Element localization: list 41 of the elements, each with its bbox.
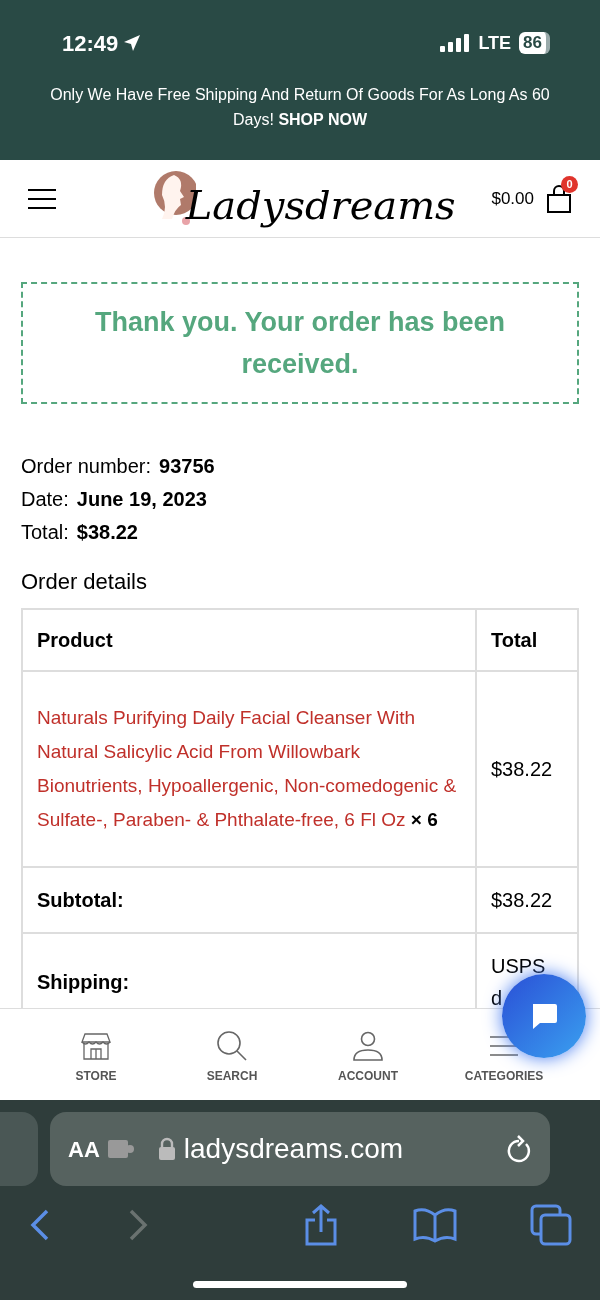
menu-icon[interactable] (28, 187, 56, 210)
location-arrow-icon (122, 33, 143, 53)
order-info-value: June 19, 2023 (76, 487, 207, 512)
chat-button[interactable] (502, 974, 586, 1058)
lock-icon (157, 1137, 176, 1161)
address-bar[interactable]: AA ladysdreams.com (50, 1112, 550, 1186)
battery-level: 86 (519, 32, 550, 54)
share-icon[interactable] (303, 1204, 339, 1246)
table-cell: Shipping: (22, 933, 476, 1008)
network-label: LTE (478, 31, 512, 55)
order-info-value: 93756 (159, 454, 215, 479)
order-details-heading: Order details (21, 568, 148, 596)
order-info-label: Total: (21, 520, 69, 545)
nav-item[interactable]: ACCOUNT (300, 1029, 436, 1100)
logo-text[interactable]: Ladysdreams (185, 180, 456, 229)
table-cell: Subtotal: (22, 867, 476, 933)
puzzle-icon[interactable] (107, 1138, 136, 1160)
order-received-notice: Thank you. Your order has been received. (21, 282, 579, 404)
promo-banner-text: Only We Have Free Shipping And Return Of Goods For As Long As 60 Days! SHOP NOW (49, 85, 551, 130)
cart-total[interactable]: $0.00 (491, 185, 534, 212)
nav-item[interactable]: STORE (28, 1029, 164, 1100)
table-cell-text: USPS d (491, 954, 547, 1008)
order-info-value: $38.22 (76, 520, 138, 545)
person-icon (351, 1029, 385, 1063)
column-header: Product (22, 609, 476, 671)
signal-icon (440, 34, 471, 52)
reload-icon[interactable] (506, 1135, 532, 1163)
table-cell-text: $38.22 (491, 888, 554, 913)
order-info-label: Order number: (21, 454, 152, 479)
book-icon[interactable] (412, 1207, 457, 1243)
nav-item[interactable]: SEARCH (164, 1029, 300, 1100)
search-icon (215, 1029, 249, 1063)
shop-now-link[interactable]: SHOP NOW (278, 111, 367, 128)
address-text: ladysdreams.com (183, 1132, 404, 1166)
column-header: Total (476, 609, 578, 671)
quantity-text: × 6 (410, 809, 438, 830)
cart-count-badge: 0 (561, 175, 578, 193)
table-cell: $38.22 (476, 671, 578, 867)
clock-time: 12:49 (62, 29, 119, 58)
order-info-label: Date: (21, 487, 69, 512)
tabs-icon[interactable] (530, 1204, 572, 1246)
